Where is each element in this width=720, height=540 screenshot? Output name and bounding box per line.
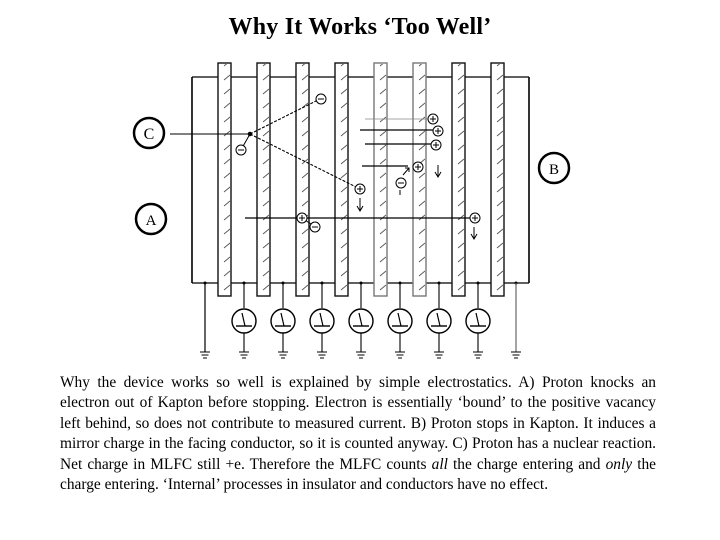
kapton-hatching xyxy=(258,64,269,295)
label-a: A xyxy=(134,202,168,236)
kapton-hatching xyxy=(336,64,347,295)
caption-emphasis-only: only xyxy=(605,455,633,473)
arrow-up-icon xyxy=(402,167,410,176)
reaction-point xyxy=(247,131,253,137)
caption-emphasis-all: all xyxy=(431,455,448,473)
label-a-text: A xyxy=(146,213,157,229)
ground-icon xyxy=(317,351,327,359)
kapton-strips xyxy=(217,62,505,297)
kapton-hatching xyxy=(414,64,425,295)
ground-icon xyxy=(200,351,210,359)
readout-channel xyxy=(465,281,491,359)
positive-charge-icon xyxy=(296,212,308,224)
label-c-text: C xyxy=(144,126,155,143)
ground-icon xyxy=(278,351,288,359)
ground-icon xyxy=(473,351,483,359)
conductor-frame xyxy=(191,76,530,284)
readout-channel xyxy=(200,281,210,359)
positive-charge-icon xyxy=(432,125,444,137)
kapton-hatching xyxy=(297,64,308,295)
readout-channel xyxy=(511,281,521,359)
label-b: B xyxy=(537,151,571,185)
ground-icon xyxy=(356,351,366,359)
positive-charge-icon xyxy=(354,183,366,195)
ground-icon xyxy=(395,351,405,359)
ammeter-icon xyxy=(270,308,296,334)
charges xyxy=(235,93,481,233)
arrow-down-icon xyxy=(470,227,478,240)
readout-channel xyxy=(426,281,452,359)
readout-channel xyxy=(348,281,374,359)
ground-icon xyxy=(511,351,521,359)
ammeter-icon xyxy=(231,308,257,334)
positive-charge-icon xyxy=(412,161,424,173)
positive-charge-icon xyxy=(469,212,481,224)
kapton-hatching xyxy=(375,64,386,295)
kapton-hatching xyxy=(219,64,230,295)
readout-channel xyxy=(387,281,413,359)
ground-icon xyxy=(434,351,444,359)
negative-charge-icon xyxy=(309,221,321,233)
negative-charge-icon xyxy=(235,144,247,156)
label-b-text: B xyxy=(549,162,559,178)
negative-charge-icon xyxy=(395,177,407,189)
label-c: C xyxy=(132,116,166,150)
readout-channel xyxy=(309,281,335,359)
ammeter-icon xyxy=(465,308,491,334)
ammeter-icon xyxy=(387,308,413,334)
positive-charge-icon xyxy=(430,139,442,151)
caption-paragraph: Why the device works so well is explaine… xyxy=(60,373,656,495)
ground-icon xyxy=(239,351,249,359)
ammeter-icon xyxy=(348,308,374,334)
readout-channel xyxy=(270,281,296,359)
mlfc-diagram: C B A xyxy=(132,62,571,359)
positive-charge-icon xyxy=(427,113,439,125)
readout-channel xyxy=(231,281,257,359)
caption-text-2: the charge entering and xyxy=(447,455,606,473)
kapton-hatching xyxy=(492,64,503,295)
arrow-down-icon xyxy=(356,198,364,212)
ammeter-icon xyxy=(309,308,335,334)
kapton-hatching xyxy=(453,64,464,295)
arrow-down-icon xyxy=(434,165,442,178)
ammeter-icon xyxy=(426,308,452,334)
negative-charge-icon xyxy=(315,93,327,105)
readout-circuit xyxy=(200,281,521,359)
